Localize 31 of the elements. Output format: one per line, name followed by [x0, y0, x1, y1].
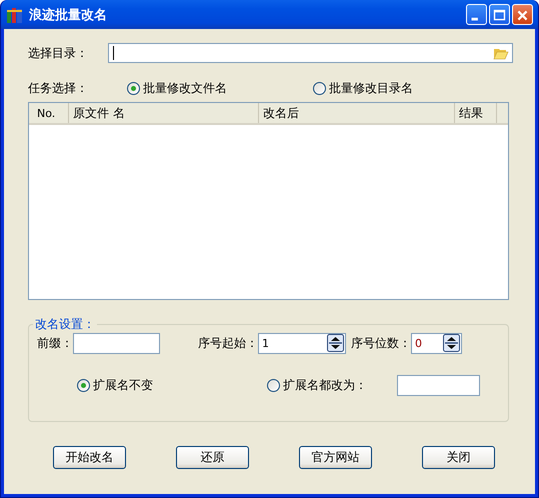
column-header[interactable]: 改名后 — [259, 103, 455, 123]
radio-button[interactable] — [313, 82, 326, 94]
dialog-button[interactable]: 开始改名 — [53, 446, 126, 469]
books-icon — [6, 6, 24, 24]
column-header[interactable]: 原文件 名 — [69, 103, 259, 123]
digits-label: 序号位数： — [351, 334, 411, 352]
settings-title: 改名设置： — [34, 316, 96, 333]
dialog-button[interactable]: 还原 — [176, 446, 249, 469]
prefix-field[interactable] — [73, 332, 160, 354]
radio-button[interactable] — [77, 378, 90, 392]
extension-field[interactable] — [397, 374, 480, 396]
start-label: 序号起始： — [198, 334, 258, 352]
directory-field[interactable] — [108, 43, 513, 63]
column-header[interactable]: 结果 — [455, 103, 497, 123]
radio-label[interactable]: 批量修改目录名 — [329, 80, 413, 96]
window-title: 浪迹批量改名 — [29, 6, 108, 24]
dialog-button[interactable]: 官方网站 — [299, 446, 372, 469]
dialog-button[interactable]: 关闭 — [422, 446, 495, 469]
spin-arrows-icon[interactable] — [327, 334, 344, 352]
radio-label[interactable]: 扩展名都改为： — [283, 376, 367, 394]
radio-label[interactable]: 扩展名不变 — [93, 376, 153, 394]
task-label: 任务选择： — [28, 80, 88, 96]
prefix-label: 前缀： — [37, 334, 73, 352]
digits-spinner[interactable]: 0 — [411, 332, 462, 354]
spin-arrows-icon[interactable] — [443, 334, 460, 352]
radio-button[interactable] — [127, 82, 140, 94]
radio-label[interactable]: 批量修改文件名 — [143, 80, 227, 96]
column-header[interactable]: No. — [35, 103, 69, 123]
radio-button[interactable] — [267, 378, 280, 392]
directory-label: 选择目录： — [28, 44, 88, 62]
start-spinner[interactable]: 1 — [258, 332, 346, 354]
